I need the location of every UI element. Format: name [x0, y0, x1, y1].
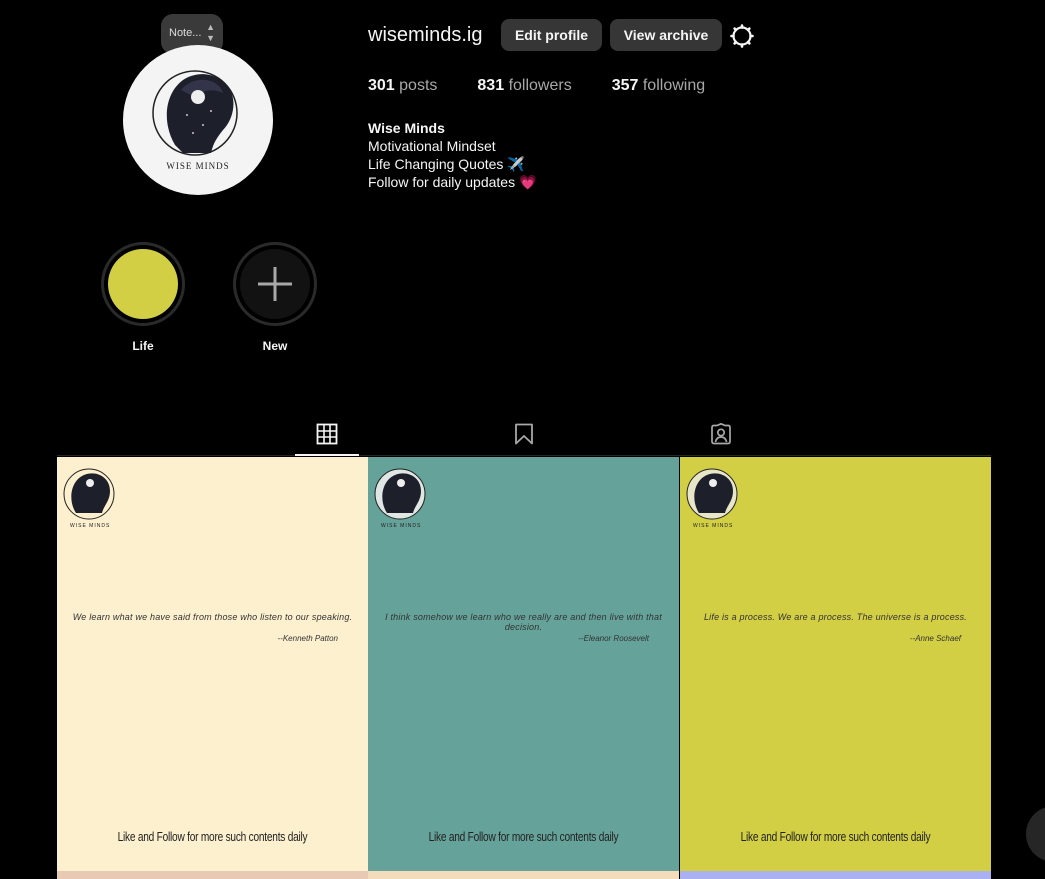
post-cta: Like and Follow for more such contents d…	[117, 829, 308, 844]
post-tile[interactable]	[368, 871, 679, 879]
view-archive-button[interactable]: View archive	[610, 19, 722, 51]
note-text: Note...	[169, 27, 202, 39]
avatar[interactable]: WISE MINDS	[123, 45, 273, 195]
post-brand: WISE MINDS	[693, 523, 734, 529]
post-quote: I think somehow we learn who we really a…	[385, 612, 662, 632]
post-tile[interactable]: WISE MINDS I think somehow we learn who …	[368, 457, 679, 871]
tagged-user-icon[interactable]	[710, 423, 732, 445]
following-count: 357	[611, 77, 639, 94]
highlight-new[interactable]: New	[230, 242, 320, 353]
post-author: --Eleanor Roosevelt	[578, 634, 649, 643]
messages-fab[interactable]	[1026, 806, 1045, 862]
wise-minds-logo-icon	[374, 468, 426, 520]
highlight-life[interactable]: Life	[98, 242, 188, 353]
highlight-cover	[240, 249, 310, 319]
tabs-divider	[57, 455, 991, 456]
highlight-label: Life	[132, 339, 154, 353]
wise-minds-logo-icon	[686, 468, 738, 520]
following-stat[interactable]: 357 following	[612, 77, 705, 95]
post-brand: WISE MINDS	[70, 523, 111, 529]
highlight-ring	[101, 242, 185, 326]
bookmark-icon[interactable]	[513, 423, 535, 445]
post-brand: WISE MINDS	[381, 523, 422, 529]
bio-name: Wise Minds	[368, 120, 445, 136]
following-label: following	[642, 77, 706, 94]
post-author: --Kenneth Patton	[277, 634, 338, 643]
highlight-label: New	[262, 339, 288, 353]
post-tile[interactable]	[680, 871, 991, 879]
highlight-cover	[108, 249, 178, 319]
bio-line: Life Changing Quotes ✈️	[368, 156, 525, 172]
wise-minds-logo-icon	[63, 468, 115, 520]
post-tile[interactable]: WISE MINDS Life is a process. We are a p…	[680, 457, 991, 871]
post-quote: We learn what we have said from those wh…	[72, 612, 353, 622]
followers-label: followers	[508, 77, 572, 94]
username: wiseminds.ig	[368, 24, 483, 46]
grid-icon[interactable]	[316, 423, 338, 445]
svg-text:WISE MINDS: WISE MINDS	[166, 161, 229, 171]
post-cta: Like and Follow for more such contents d…	[428, 829, 619, 844]
post-tile[interactable]: WISE MINDS We learn what we have said fr…	[57, 457, 368, 871]
post-tile[interactable]	[57, 871, 368, 879]
bio-line: Follow for daily updates 💗	[368, 174, 537, 190]
profile-stats: 301 posts 831 followers 357 following	[368, 77, 745, 95]
post-cta: Like and Follow for more such contents d…	[740, 829, 931, 844]
posts-label: posts	[399, 77, 438, 94]
wise-minds-logo-icon: WISE MINDS	[152, 70, 238, 171]
followers-count: 831	[477, 77, 505, 94]
posts-count: 301	[368, 77, 395, 94]
bio: Wise Minds Motivational Mindset Life Cha…	[368, 119, 536, 191]
followers-stat[interactable]: 831 followers	[477, 77, 571, 95]
highlight-ring	[233, 242, 317, 326]
posts-stat[interactable]: 301 posts	[368, 77, 437, 95]
edit-profile-button[interactable]: Edit profile	[501, 19, 602, 51]
bio-line: Motivational Mindset	[368, 138, 496, 154]
plus-icon	[258, 267, 292, 301]
active-tab-indicator	[295, 454, 359, 456]
settings-gear-icon[interactable]	[729, 23, 755, 49]
post-quote: Life is a process. We are a process. The…	[703, 612, 968, 622]
post-author: --Anne Schaef	[909, 634, 961, 643]
note-stepper-icon: ▲ ▼	[206, 22, 215, 43]
